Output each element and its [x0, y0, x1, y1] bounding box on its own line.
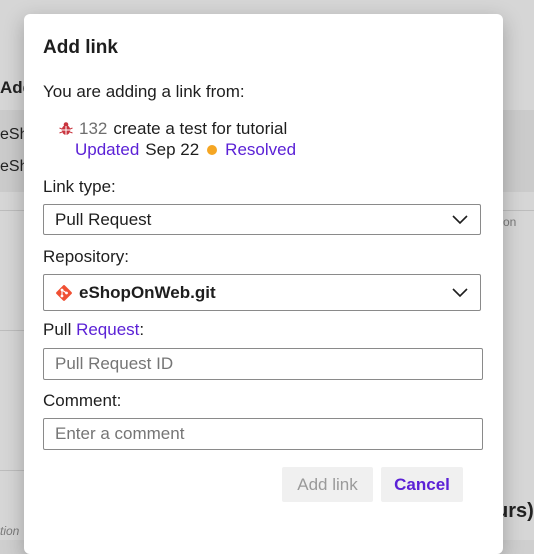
background-divider [0, 330, 24, 331]
work-item-title[interactable]: create a test for tutorial [113, 119, 287, 139]
work-item-meta: Updated Sep 22 Resolved [75, 140, 296, 160]
link-type-value: Pull Request [55, 209, 152, 229]
link-type-label: Link type: [43, 177, 116, 196]
dialog-title: Add link [43, 37, 118, 58]
background-divider [0, 470, 24, 471]
pull-request-label-link: Request [76, 320, 140, 339]
comment-input[interactable] [43, 418, 483, 450]
updated-date: Sep 22 [145, 140, 200, 159]
dialog-intro: You are adding a link from: [43, 82, 245, 101]
link-type-dropdown[interactable]: Pull Request [43, 204, 481, 235]
comment-label: Comment: [43, 391, 122, 410]
repository-value: eShopOnWeb.git [79, 282, 216, 302]
git-icon [56, 284, 72, 301]
background-muted-text: on [503, 215, 517, 229]
cancel-button[interactable]: Cancel [381, 467, 463, 502]
chevron-down-icon [452, 287, 468, 297]
background-muted-text: tion [0, 524, 20, 538]
work-item-state: Resolved [225, 140, 297, 159]
work-item-id: 132 [79, 119, 108, 138]
pull-request-label: Pull Request: [43, 320, 144, 340]
repository-label: Repository: [43, 247, 129, 266]
work-item-line: 132 create a test for tutorial [59, 119, 287, 139]
pull-request-label-suffix: : [139, 320, 145, 339]
updated-label: Updated [75, 140, 140, 159]
repository-dropdown[interactable]: eShopOnWeb.git [43, 274, 481, 311]
state-dot-icon [207, 145, 218, 155]
add-link-button[interactable]: Add link [282, 467, 373, 502]
pull-request-label-prefix: Pull [43, 320, 77, 339]
pull-request-id-input[interactable] [43, 348, 483, 380]
bug-icon [59, 122, 73, 135]
add-link-dialog: Add link You are adding a link from: 132… [24, 14, 503, 554]
chevron-down-icon [452, 214, 468, 224]
